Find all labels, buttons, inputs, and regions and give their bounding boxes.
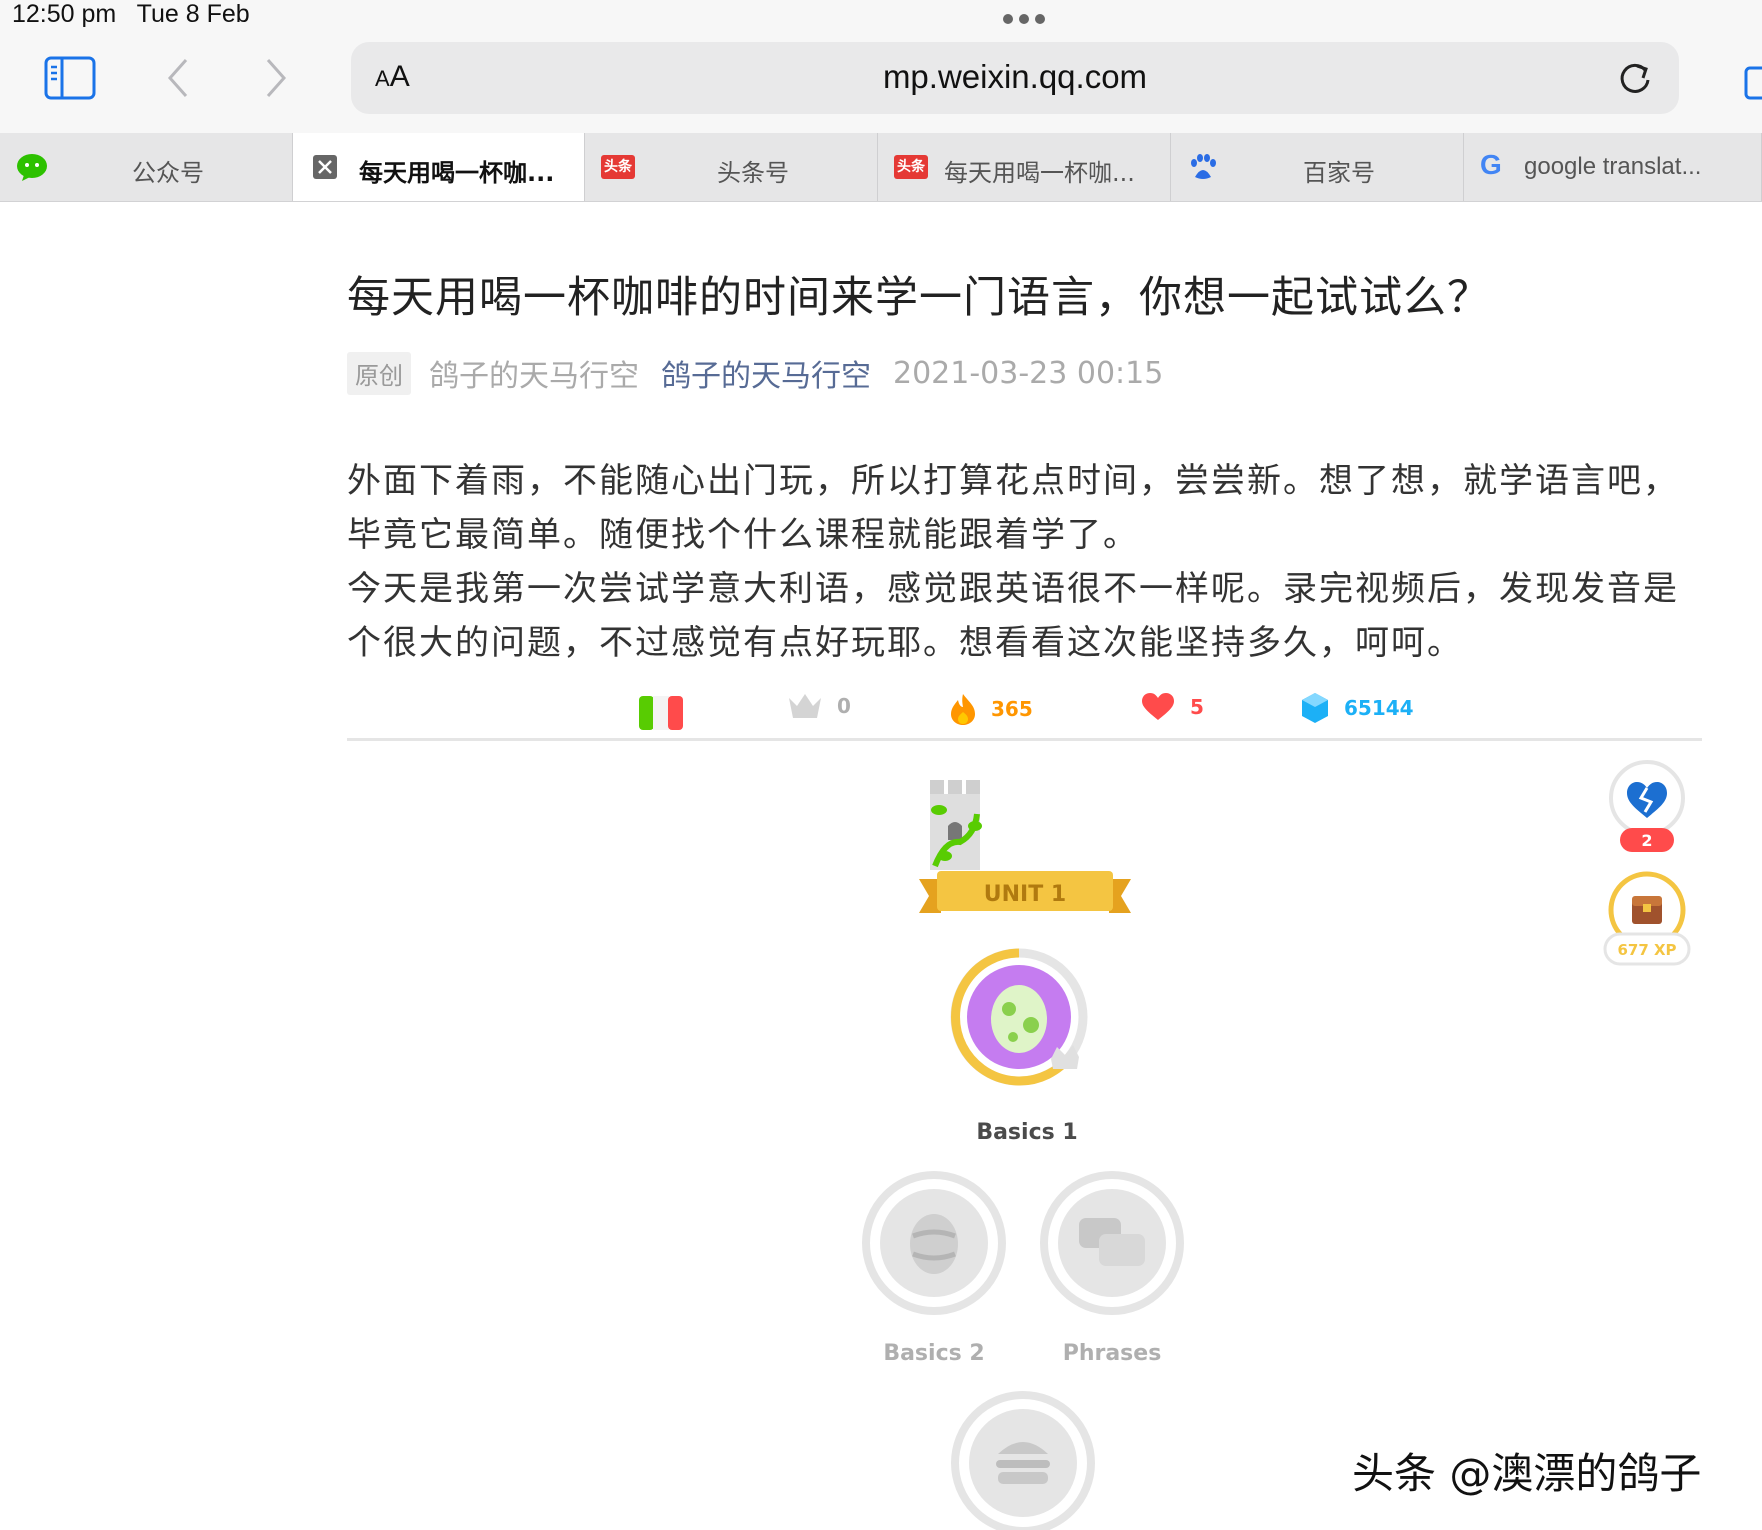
tab-article-toutiao[interactable]: 头条 每天用喝一杯咖... [878,133,1171,201]
tab-label: google translat... [1524,153,1702,180]
article-meta: 原创 鸽子的天马行空 鸽子的天马行空 2021-03-23 00:15 [347,351,1163,395]
close-icon[interactable] [313,155,337,179]
baidu-paw-icon [1191,154,1216,179]
gems-count: 65144 [1344,696,1414,720]
duolingo-stats-bar: 0 365 5 65144 [347,688,1702,738]
streak-count: 365 [991,697,1033,721]
tab-label: 头条号 [717,159,789,187]
gems-stat: 65144 [1300,692,1414,724]
tab-label: 每天用喝一杯咖... [359,159,555,187]
duolingo-screenshot: 0 365 5 65144 UNIT 1 Basics 1 Basics 2 P… [347,680,1702,1530]
reload-icon[interactable] [1615,58,1655,98]
unit-label: UNIT 1 [984,882,1066,907]
tab-article-active[interactable]: 每天用喝一杯咖... [293,133,585,201]
tab-baijiahao[interactable]: 百家号 [1171,133,1464,201]
castle-tower-icon [930,780,982,870]
crowns-stat: 0 [787,692,851,720]
lesson-phrases-label: Phrases [1062,1341,1162,1366]
lesson-basics2-node[interactable] [861,1170,1007,1316]
heart-refill-count: 2 [1641,831,1652,850]
xp-chest-badge[interactable]: 677 XP [1599,870,1695,970]
multitask-dots-icon[interactable] [1003,14,1045,24]
share-icon[interactable] [1744,54,1762,102]
forward-icon[interactable] [262,56,290,100]
lesson-food-node[interactable] [950,1390,1096,1530]
sidebar-icon[interactable] [44,56,96,100]
flame-icon [951,694,975,725]
heart-icon [1142,693,1174,720]
status-time-date: 12:50 pm Tue 8 Feb [12,0,250,29]
address-bar[interactable]: AA mp.weixin.qq.com [351,42,1679,114]
stats-divider [347,738,1702,741]
unit-banner: UNIT 1 [919,871,1131,913]
article-author: 鸽子的天马行空 [429,359,639,394]
hearts-count: 5 [1190,695,1204,719]
lesson-basics1-node[interactable] [947,945,1107,1105]
tab-toutiaohao[interactable]: 头条 头条号 [585,133,878,201]
tab-label: 百家号 [1303,159,1375,187]
heart-refill-badge[interactable]: 2 [1607,758,1687,854]
tab-label: 每天用喝一杯咖... [944,159,1135,187]
tab-label: 公众号 [132,159,204,187]
wechat-icon [17,154,47,181]
browser-toolbar: AA mp.weixin.qq.com [0,32,1762,133]
xp-label: 677 XP [1617,941,1676,959]
italy-flag-icon [639,696,683,730]
tab-google-translate[interactable]: G google translat... [1464,133,1762,201]
publish-date: 2021-03-23 00:15 [893,355,1164,391]
back-icon[interactable] [164,56,192,100]
crowns-count: 0 [837,694,851,718]
article-title: 每天用喝一杯咖啡的时间来学一门语言，你想一起试试么？ [347,273,1491,323]
url-text: mp.weixin.qq.com [882,58,1148,95]
gem-icon [1302,693,1328,723]
crown-icon [789,694,821,718]
tab-bar: 公众号 每天用喝一杯咖... 头条 头条号 头条 每天用喝一杯咖... 百家号 … [0,133,1762,202]
paragraph: 今天是我第一次尝试学意大利语，感觉跟英语很不一样呢。录完视频后，发现发音是个很大… [347,569,1679,663]
tab-gongzhonghao[interactable]: 公众号 [0,133,293,201]
watermark: 头条 @澳漂的鸽子 [1352,1449,1702,1498]
article-body: 外面下着雨，不能随心出门玩，所以打算花点时间，尝尝新。想了想，就学语言吧，毕竟它… [347,454,1702,670]
google-icon: G [1480,149,1502,180]
toutiao-icon: 头条 [601,155,635,179]
paragraph: 外面下着雨，不能随心出门玩，所以打算花点时间，尝尝新。想了想，就学语言吧，毕竟它… [347,461,1679,555]
original-tag: 原创 [347,351,411,395]
status-time: 12:50 pm [12,0,117,28]
streak-stat: 365 [949,692,1033,726]
account-link[interactable]: 鸽子的天马行空 [661,351,871,395]
toutiao-icon: 头条 [894,155,928,179]
status-date: Tue 8 Feb [136,0,250,28]
lesson-phrases-node[interactable] [1039,1170,1185,1316]
lesson-basics2-label: Basics 2 [883,1341,985,1366]
lesson-basics1-label: Basics 1 [976,1120,1078,1145]
status-bar: 12:50 pm Tue 8 Feb [0,0,1762,32]
hearts-stat: 5 [1140,692,1204,722]
